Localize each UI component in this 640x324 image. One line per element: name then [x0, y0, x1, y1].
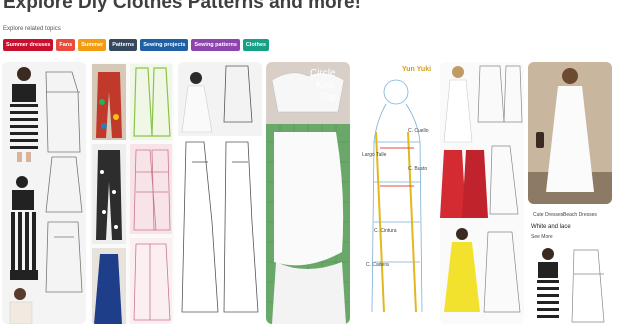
pin-title-white-and-lace: White and lace	[531, 224, 571, 230]
pattern-label-cadera: C. Cadera	[366, 262, 389, 268]
pin-yun-yuki-bodice-pattern[interactable]: Yun Yuki C. Cuello Largo Talle C. Busto …	[356, 62, 436, 324]
circle-top-title-line1: Circle	[310, 68, 336, 79]
pin-image	[440, 62, 524, 324]
yun-yuki-label: Yun Yuki	[402, 66, 432, 73]
pin-dress-pattern-pieces[interactable]	[178, 62, 262, 324]
pin-striped-dress-patterns[interactable]	[2, 62, 86, 324]
topic-fans[interactable]: Fans	[56, 39, 76, 51]
pattern-label-busto: C. Busto	[408, 166, 428, 172]
circle-top-title-line2: Knit	[316, 80, 334, 91]
pin-image	[2, 62, 86, 324]
pin-striped-dress-pattern-2[interactable]	[528, 244, 612, 324]
topic-summer[interactable]: Summer	[78, 39, 107, 51]
pin-image	[528, 62, 612, 204]
pin-circle-knit-top[interactable]: Circle Knit Top	[266, 62, 350, 324]
pin-image	[178, 62, 262, 324]
pin-white-lace-dress[interactable]	[528, 62, 612, 204]
topic-sewing-projects[interactable]: Sewing projects	[140, 39, 189, 51]
pin-image	[90, 62, 174, 324]
pin-image	[537, 248, 605, 323]
topic-patterns[interactable]: Patterns	[109, 39, 138, 51]
related-topics-label: Explore related topics	[3, 26, 61, 32]
page-title: Explore Diy Clothes Patterns and more!	[3, 0, 361, 13]
related-topics-bar: Summer dresses Fans Summer Patterns Sewi…	[3, 39, 270, 51]
topic-clothes[interactable]: Clothes	[242, 39, 270, 51]
topic-sewing-patterns[interactable]: Sewing patterns	[191, 39, 240, 51]
see-more-link[interactable]: See More	[531, 234, 553, 240]
pattern-label-cuello: C. Cuello	[408, 128, 429, 134]
topic-summer-dresses[interactable]: Summer dresses	[3, 39, 54, 51]
board-link-cute-dresses[interactable]: Cute Dresses	[533, 212, 563, 218]
board-link-beach-dresses[interactable]: Beach Dresses	[563, 212, 597, 218]
pin-image	[371, 79, 423, 313]
pattern-label-largo-talle: Largo Talle	[362, 152, 387, 158]
pin-dress-collage[interactable]	[440, 62, 524, 324]
pattern-label-cintura: C. Cintura	[374, 228, 397, 234]
circle-top-title-line3: Top	[320, 92, 337, 103]
pin-image	[266, 62, 350, 324]
pin-pants-patterns[interactable]	[90, 62, 174, 324]
